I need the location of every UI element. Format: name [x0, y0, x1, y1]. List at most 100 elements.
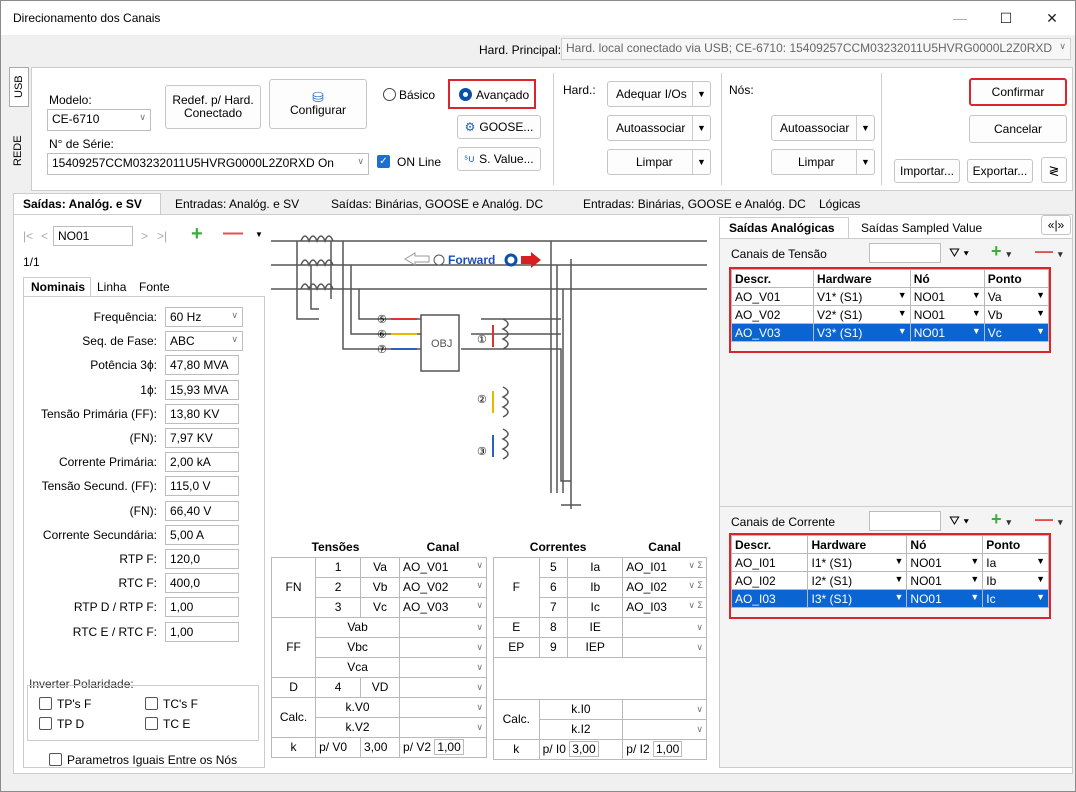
- avancado-radio[interactable]: [459, 88, 472, 101]
- dropdown-arrow-icon[interactable]: ▼: [692, 150, 710, 174]
- parametros-iguais-checkbox[interactable]: [49, 753, 62, 766]
- cell-no[interactable]: NO01 ▼: [906, 571, 984, 590]
- import-button[interactable]: Importar...: [894, 159, 960, 183]
- pv2-cell[interactable]: p/ V2 1,00: [399, 736, 487, 758]
- tensao-filter-input[interactable]: [869, 243, 941, 263]
- remove-channel-icon[interactable]: — ▾: [1035, 241, 1063, 262]
- dropdown-arrow-icon[interactable]: ▼: [898, 326, 907, 336]
- param-field[interactable]: 47,80 MVA: [165, 355, 239, 375]
- channel-select[interactable]: ∨: [399, 676, 487, 698]
- channel-select[interactable]: AO_I03 ∨ Σ: [622, 596, 707, 618]
- cell-no[interactable]: NO01 ▼: [906, 553, 984, 572]
- cell-hardware[interactable]: V2* (S1) ▼: [813, 305, 911, 324]
- pi2-cell[interactable]: p/ I2 1,00: [622, 738, 707, 760]
- dropdown-arrow-icon[interactable]: ▼: [1036, 308, 1045, 318]
- cell-hardware[interactable]: V3* (S1) ▼: [813, 323, 911, 342]
- cell-ponto[interactable]: Ib ▼: [982, 571, 1049, 590]
- channel-select[interactable]: ∨: [622, 718, 707, 740]
- param-field[interactable]: 400,0: [165, 573, 239, 593]
- tab-entradas-analog-sv[interactable]: Entradas: Analóg. e SV: [175, 197, 299, 211]
- tab-saidas-binarias[interactable]: Saídas: Binárias, GOOSE e Analóg. DC: [331, 197, 543, 211]
- channel-select[interactable]: ∨: [622, 636, 707, 658]
- pv2-value[interactable]: 1,00: [434, 739, 464, 755]
- filter-icon[interactable]: ⛛ ▾: [949, 513, 969, 529]
- node-field[interactable]: NO01: [53, 226, 133, 246]
- channel-select[interactable]: AO_I01 ∨ Σ: [622, 556, 707, 578]
- dropdown-arrow-icon[interactable]: ▼: [972, 326, 981, 336]
- param-field[interactable]: 15,93 MVA: [165, 380, 239, 400]
- remove-channel-icon[interactable]: — ▾: [1035, 509, 1063, 530]
- channel-select[interactable]: ∨: [622, 698, 707, 720]
- cell-ponto[interactable]: Ic ▼: [982, 589, 1049, 608]
- hard-principal-select[interactable]: Hard. local conectado via USB; CE-6710: …: [561, 38, 1071, 60]
- dropdown-arrow-icon[interactable]: ▼: [692, 116, 710, 140]
- dropdown-arrow-icon[interactable]: ▼: [972, 290, 981, 300]
- channel-select[interactable]: AO_I02 ∨ Σ: [622, 576, 707, 598]
- modelo-select[interactable]: CE-6710 ∨: [47, 109, 151, 131]
- svalue-button[interactable]: ˢ∪ S. Value...: [457, 147, 541, 171]
- param-field[interactable]: 60 Hz ∨: [165, 307, 243, 327]
- cell-descr[interactable]: AO_I01: [730, 553, 809, 572]
- pi0-value[interactable]: 3,00: [569, 741, 599, 757]
- tab-entradas-binarias[interactable]: Entradas: Binárias, GOOSE e Analóg. DC: [583, 197, 806, 211]
- dropdown-arrow-icon[interactable]: ▼: [1036, 574, 1045, 584]
- param-field[interactable]: 115,0 V: [165, 476, 239, 496]
- pv0-field[interactable]: 3,00: [360, 736, 401, 758]
- tab-saidas-analogicas[interactable]: Saídas Analógicas: [729, 221, 835, 235]
- table-row[interactable]: AO_V01 V1* (S1) ▼ NO01 ▼ Va ▼: [730, 287, 1050, 306]
- cell-descr[interactable]: AO_V01: [730, 287, 815, 306]
- forward-radio-on[interactable]: [504, 253, 518, 267]
- table-row-selected[interactable]: AO_I03 I3* (S1) ▼ NO01 ▼ Ic ▼: [730, 589, 1049, 608]
- cell-ponto[interactable]: Ia ▼: [982, 553, 1049, 572]
- param-field[interactable]: 1,00: [165, 622, 239, 642]
- cell-hardware[interactable]: I1* (S1) ▼: [807, 553, 908, 572]
- chevron-down-icon[interactable]: ▼: [255, 230, 263, 239]
- dropdown-arrow-icon[interactable]: ▼: [1036, 592, 1045, 602]
- tab-saidas-sampled-value[interactable]: Saídas Sampled Value: [861, 221, 982, 235]
- tce-checkbox[interactable]: [145, 717, 158, 730]
- cell-hardware[interactable]: I3* (S1) ▼: [807, 589, 908, 608]
- table-row-selected[interactable]: AO_V03 V3* (S1) ▼ NO01 ▼ Vc ▼: [730, 323, 1050, 342]
- rede-tab[interactable]: REDE: [9, 131, 29, 171]
- last-page-icon[interactable]: >|: [157, 229, 167, 243]
- table-row[interactable]: AO_I01 I1* (S1) ▼ NO01 ▼ Ia ▼: [730, 553, 1049, 572]
- channel-select[interactable]: ∨: [399, 616, 487, 638]
- tab-fonte[interactable]: Fonte: [139, 280, 170, 294]
- dropdown-arrow-icon[interactable]: ▼: [970, 574, 979, 584]
- channel-select[interactable]: ∨: [399, 656, 487, 678]
- expand-panel-icon[interactable]: «|»: [1041, 215, 1071, 235]
- pi2-value[interactable]: 1,00: [652, 741, 683, 757]
- first-page-icon[interactable]: |<: [23, 229, 33, 243]
- param-field[interactable]: 1,00: [165, 597, 239, 617]
- configure-button[interactable]: ⛁ Configurar: [269, 79, 367, 129]
- dropdown-arrow-icon[interactable]: ▼: [856, 150, 874, 174]
- dropdown-arrow-icon[interactable]: ▼: [856, 116, 874, 140]
- dropdown-arrow-icon[interactable]: ▼: [895, 556, 904, 566]
- cell-descr[interactable]: AO_V02: [730, 305, 815, 324]
- tpd-checkbox[interactable]: [39, 717, 52, 730]
- tpf-checkbox[interactable]: [39, 697, 52, 710]
- param-field[interactable]: 13,80 KV: [165, 404, 239, 424]
- goose-button[interactable]: ⚙ GOOSE...: [457, 115, 541, 139]
- cancel-button[interactable]: Cancelar: [969, 115, 1067, 143]
- maximize-button[interactable]: ☐: [983, 1, 1029, 35]
- prev-page-icon[interactable]: <: [41, 229, 48, 243]
- next-page-icon[interactable]: >: [141, 229, 148, 243]
- cell-no[interactable]: NO01 ▼: [909, 323, 985, 342]
- dropdown-arrow-icon[interactable]: ▼: [972, 308, 981, 318]
- param-field[interactable]: 120,0: [165, 549, 239, 569]
- tab-saidas-analog-sv[interactable]: Saídas: Analóg. e SV: [23, 197, 142, 211]
- cell-no[interactable]: NO01 ▼: [909, 305, 985, 324]
- param-field[interactable]: 7,97 KV: [165, 428, 239, 448]
- add-channel-icon[interactable]: + ▾: [991, 509, 1011, 530]
- filter-icon[interactable]: ⛛ ▾: [949, 245, 969, 261]
- forward-radio-off[interactable]: [433, 254, 445, 266]
- dropdown-arrow-icon[interactable]: ▼: [970, 592, 979, 602]
- redefine-hardware-button[interactable]: Redef. p/ Hard. Conectado: [165, 85, 261, 129]
- channel-select[interactable]: AO_V03 ∨: [399, 596, 487, 618]
- cell-descr[interactable]: AO_V03: [730, 323, 815, 342]
- minimize-button[interactable]: —: [937, 1, 983, 35]
- remove-node-icon[interactable]: —: [223, 222, 243, 245]
- dropdown-arrow-icon[interactable]: ▼: [898, 308, 907, 318]
- add-node-icon[interactable]: +: [191, 223, 203, 246]
